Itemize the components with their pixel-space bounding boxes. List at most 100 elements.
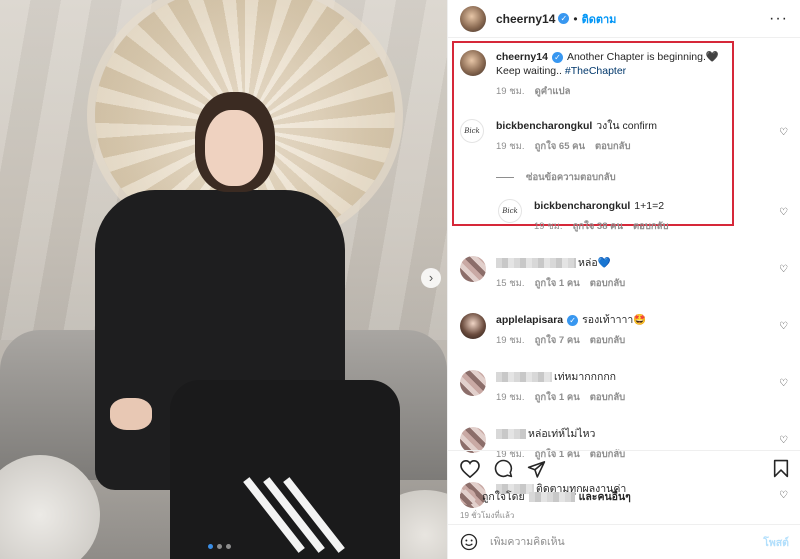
comment-time: 19 ชม. (496, 392, 525, 403)
avatar[interactable] (460, 313, 486, 339)
translate-button[interactable]: ดูคำแปล (535, 84, 571, 99)
avatar[interactable]: Bick (460, 119, 484, 143)
verified-badge-icon: ✓ (567, 314, 579, 326)
avatar[interactable]: Bick (498, 199, 522, 223)
comment-item: Bick bickbencharongkul วงใน confirm 19 ชม… (460, 119, 788, 154)
post-header: cheerny14 ✓ • ติดตาม ··· (448, 0, 800, 38)
separator: • (573, 11, 578, 26)
heart-icon[interactable] (460, 459, 480, 478)
avatar[interactable] (460, 5, 486, 32)
heart-icon[interactable]: ♡ (779, 321, 788, 332)
comment-icon[interactable] (494, 459, 513, 478)
reply-time: 19 ชม. (534, 221, 563, 232)
verified-badge-icon: ✓ (551, 51, 563, 63)
likes-count[interactable]: ถูกใจ 65 คน (535, 139, 585, 154)
post-time: 19 ชั่วโมงที่แล้ว (460, 511, 515, 520)
reply-button[interactable]: ตอบกลับ (590, 276, 626, 291)
comment-text-block: หล่อเท่ห์ไม่ไหว (496, 427, 625, 441)
divider-line (496, 177, 514, 178)
avatar[interactable] (460, 50, 486, 76)
reply-text: 1+1=2 (634, 200, 665, 212)
comment-meta: 19 ชม. ถูกใจ 7 คน ตอบกลับ (496, 333, 646, 348)
comment-text: รองเท้าาาา🤩 (582, 314, 647, 326)
comment-meta: 19 ชม. ถูกใจ 65 คน ตอบกลับ (496, 139, 657, 154)
carousel-dot (217, 544, 222, 549)
blurred-username (496, 372, 552, 383)
heart-icon[interactable]: ♡ (779, 127, 788, 138)
person-hand (110, 398, 152, 430)
comments-list: cheerny14 ✓ Another Chapter is beginning.🖤… (448, 38, 800, 508)
likes-count[interactable]: ถูกใจ 1 คน (535, 390, 580, 405)
blurred-username (496, 258, 576, 269)
blurred-username (528, 491, 575, 502)
bookmark-icon[interactable] (773, 459, 789, 478)
hide-replies-button[interactable]: ซ่อนข้อความตอบกลับ (496, 170, 788, 185)
comment-text: วงใน confirm (596, 120, 657, 132)
caption-time: 19 ชม. (496, 86, 525, 97)
chevron-right-icon[interactable]: › (421, 268, 441, 288)
heart-icon[interactable]: ♡ (779, 435, 788, 446)
caption-username[interactable]: cheerny14 (496, 51, 548, 63)
likes-count[interactable]: ถูกใจ 38 คน (573, 219, 623, 234)
likes-count[interactable]: ถูกใจ 7 คน (535, 333, 580, 348)
reply-username[interactable]: bickbencharongkul (534, 200, 630, 212)
reply-meta: 19 ชม. ถูกใจ 38 คน ตอบกลับ (534, 219, 668, 234)
comment-input[interactable] (490, 536, 764, 548)
carousel-dot (226, 544, 231, 549)
reply-text-block: bickbencharongkul 1+1=2 (534, 199, 668, 213)
heart-icon[interactable]: ♡ (779, 378, 788, 389)
post-photo: › (0, 0, 447, 559)
person-face (205, 110, 263, 186)
heart-icon[interactable]: ♡ (779, 264, 788, 275)
post-comment-button[interactable]: โพสต์ (763, 534, 789, 551)
comment-item: เท่หมากกกกก 19 ชม. ถูกใจ 1 คน ตอบกลับ ♡ (460, 370, 788, 405)
comment-text-block: applelapisara ✓ รองเท้าาาา🤩 (496, 313, 646, 327)
post-actions: ถูกใจโดย และคนอื่นๆ 19 ชั่วโมงที่แล้ว (448, 450, 800, 522)
reply-button[interactable]: ตอบกลับ (590, 390, 626, 405)
comment-text: เท่หมากกกกก (554, 371, 617, 383)
avatar[interactable] (460, 256, 486, 282)
caption-text-block: cheerny14 ✓ Another Chapter is beginning.🖤… (496, 50, 719, 78)
more-options-icon[interactable]: ··· (769, 10, 788, 28)
comment-text-block: เท่หมากกกกก (496, 370, 625, 384)
carousel-dots (208, 544, 231, 549)
liked-by-prefix: ถูกใจโดย (482, 491, 525, 503)
caption-text-2: Keep waiting.. (496, 65, 565, 77)
reply-button[interactable]: ตอบกลับ (595, 139, 631, 154)
reply-button[interactable]: ตอบกลับ (633, 219, 669, 234)
comment-meta: 15 ชม. ถูกใจ 1 คน ตอบกลับ (496, 276, 625, 291)
comment-username[interactable]: applelapisara (496, 314, 563, 326)
likes-count[interactable]: ถูกใจ 1 คน (535, 276, 580, 291)
heart-icon[interactable]: ♡ (779, 207, 788, 218)
comment-time: 15 ชม. (496, 278, 525, 289)
carousel-dot (208, 544, 213, 549)
header-username[interactable]: cheerny14 (496, 12, 555, 26)
reply-item: Bick bickbencharongkul 1+1=2 19 ชม. ถูกใจ… (498, 199, 788, 234)
comment-text-block: หล่อ💙 (496, 256, 625, 270)
likes-summary: ถูกใจโดย และคนอื่นๆ (460, 488, 789, 505)
comment-text-block: bickbencharongkul วงใน confirm (496, 119, 657, 133)
comment-text: หล่อเท่ห์ไม่ไหว (528, 428, 596, 440)
comment-time: 19 ชม. (496, 141, 525, 152)
caption: cheerny14 ✓ Another Chapter is beginning.🖤… (460, 38, 788, 99)
avatar[interactable] (460, 370, 486, 396)
action-icons (460, 459, 789, 478)
blurred-username (496, 429, 526, 440)
hide-replies-label: ซ่อนข้อความตอบกลับ (526, 172, 616, 183)
post-side-panel: cheerny14 ✓ • ติดตาม ··· cheerny14 ✓ Anoth… (447, 0, 800, 559)
comment-username[interactable]: bickbencharongkul (496, 120, 592, 132)
caption-text: Another Chapter is beginning.🖤 (566, 51, 719, 63)
others-link[interactable]: และคนอื่นๆ (579, 488, 631, 505)
verified-badge-icon: ✓ (558, 13, 570, 24)
hashtag-link[interactable]: #TheChapter (565, 65, 626, 77)
comment-item: หล่อ💙 15 ชม. ถูกใจ 1 คน ตอบกลับ ♡ (460, 256, 788, 291)
comment-item: applelapisara ✓ รองเท้าาาา🤩 19 ชม. ถูกใจ 7… (460, 313, 788, 348)
avatar (460, 488, 476, 505)
share-icon[interactable] (527, 460, 546, 478)
reply-button[interactable]: ตอบกลับ (590, 333, 626, 348)
comment-text: หล่อ💙 (578, 257, 611, 269)
comment-meta: 19 ชม. ถูกใจ 1 คน ตอบกลับ (496, 390, 625, 405)
caption-meta: 19 ชม. ดูคำแปล (496, 84, 719, 99)
follow-button[interactable]: ติดตาม (582, 10, 617, 28)
emoji-icon[interactable] (460, 533, 478, 551)
